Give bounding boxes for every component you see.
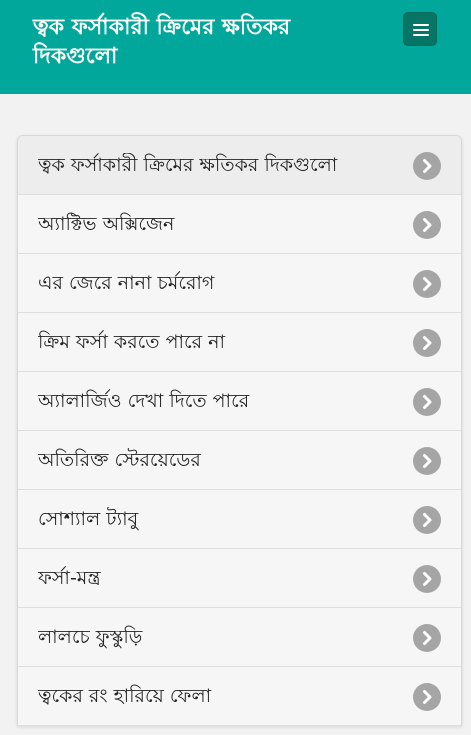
list-item[interactable]: ত্বকের রং হারিয়ে ফেলা: [18, 667, 461, 726]
chevron-right-icon: [413, 624, 441, 652]
chevron-right-icon: [413, 329, 441, 357]
list-item[interactable]: সোশ্যাল ট্যাবু: [18, 490, 461, 549]
list-item-label: ক্রিম ফর্সা করতে পারে না: [38, 331, 225, 353]
app-header: ত্বক ফর্সাকারী ক্রিমের ক্ষতিকর দিকগুলো: [0, 0, 471, 94]
hamburger-icon-bar: [413, 34, 429, 36]
list-item[interactable]: ক্রিম ফর্সা করতে পারে না: [18, 313, 461, 372]
chevron-right-icon: [413, 211, 441, 239]
list-item[interactable]: অ্যালার্জিও দেখা দিতে পারে: [18, 372, 461, 431]
hamburger-icon: [413, 24, 429, 26]
list-item[interactable]: লালচে ফুস্কুড়ি: [18, 608, 461, 667]
article-list: ত্বক ফর্সাকারী ক্রিমের ক্ষতিকর দিকগুলো অ…: [17, 135, 462, 726]
chevron-right-icon: [413, 270, 441, 298]
chevron-right-icon: [413, 388, 441, 416]
hamburger-icon-bar: [413, 29, 429, 31]
list-item-label: এর জেরে নানা চর্মরোগ: [38, 272, 215, 294]
list-item[interactable]: ফর্সা-মন্ত্র: [18, 549, 461, 608]
chevron-right-icon: [413, 447, 441, 475]
list-item-label: লালচে ফুস্কুড়ি: [38, 626, 143, 648]
list-item[interactable]: অতিরিক্ত স্টেরয়েডের: [18, 431, 461, 490]
list-item-label: সোশ্যাল ট্যাবু: [38, 508, 139, 530]
list-item[interactable]: অ্যাক্টিভ অক্সিজেন: [18, 195, 461, 254]
list-item-label: ত্বকের রং হারিয়ে ফেলা: [38, 685, 212, 707]
app-title: ত্বক ফর্সাকারী ক্রিমের ক্ষতিকর দিকগুলো: [33, 15, 291, 69]
menu-button[interactable]: [403, 12, 437, 46]
chevron-right-icon: [413, 565, 441, 593]
list-item-label: ত্বক ফর্সাকারী ক্রিমের ক্ষতিকর দিকগুলো: [38, 154, 338, 176]
chevron-right-icon: [413, 506, 441, 534]
list-item-label: ফর্সা-মন্ত্র: [38, 567, 101, 589]
list-item[interactable]: ত্বক ফর্সাকারী ক্রিমের ক্ষতিকর দিকগুলো: [18, 136, 461, 195]
chevron-right-icon: [413, 683, 441, 711]
list-item-label: অ্যালার্জিও দেখা দিতে পারে: [38, 390, 250, 412]
chevron-right-icon: [413, 152, 441, 180]
list-item-label: অ্যাক্টিভ অক্সিজেন: [38, 213, 175, 235]
list-item-label: অতিরিক্ত স্টেরয়েডের: [38, 449, 201, 471]
list-item[interactable]: এর জেরে নানা চর্মরোগ: [18, 254, 461, 313]
